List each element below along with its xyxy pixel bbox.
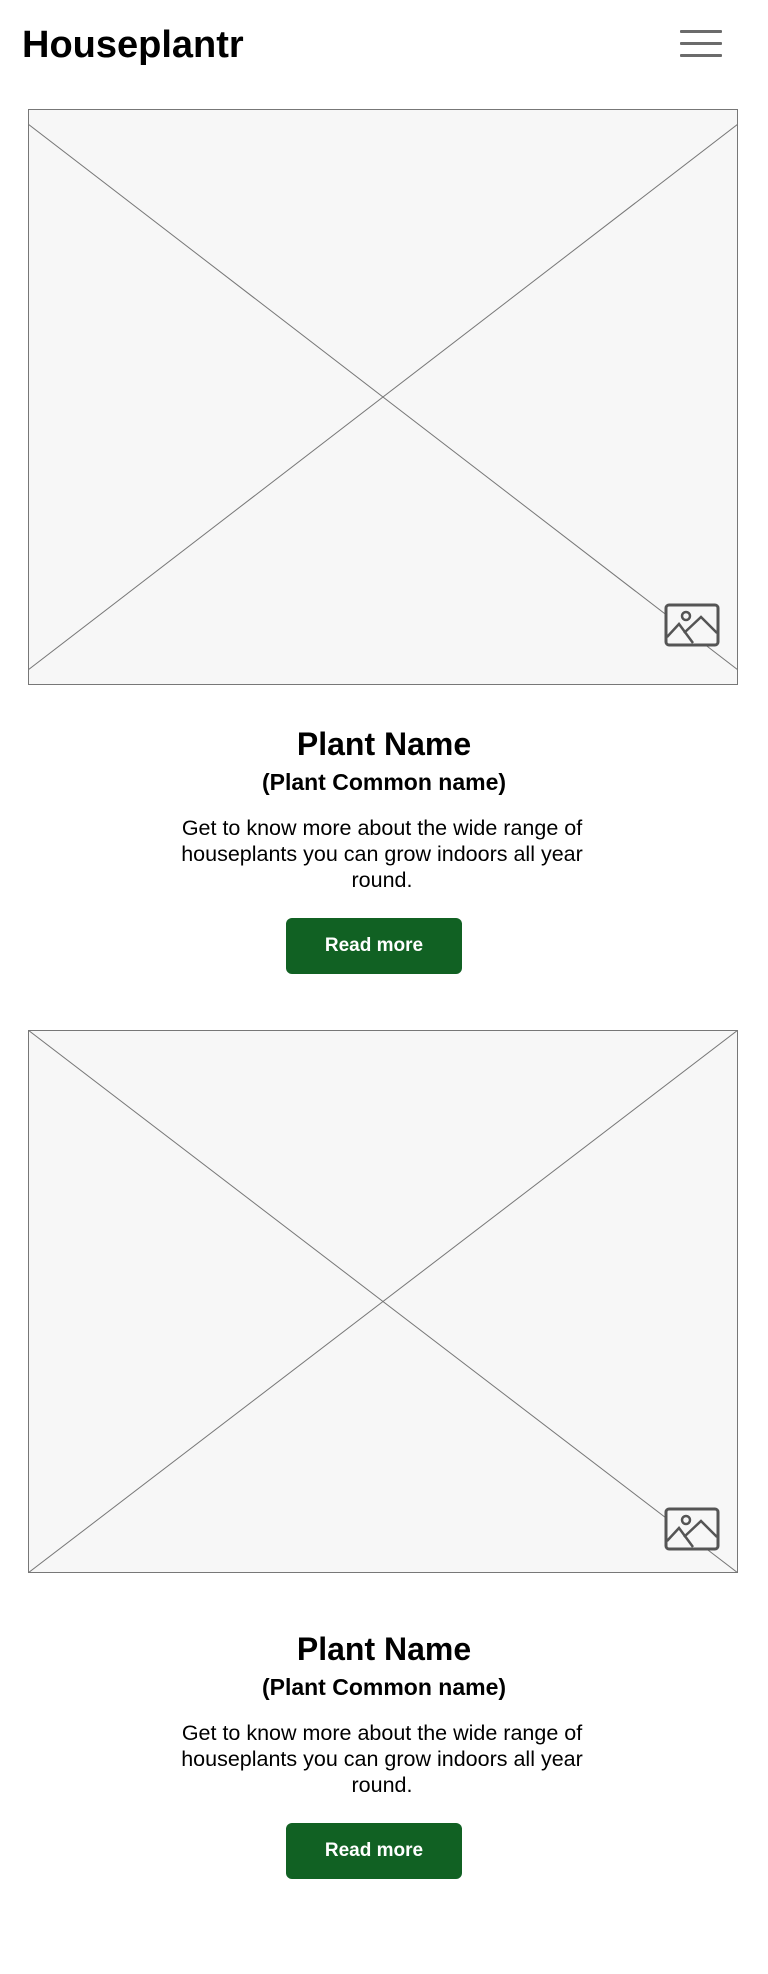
menu-line [680,30,722,33]
site-title[interactable]: Houseplantr [22,20,244,70]
image-placeholder-cross [28,1030,738,1573]
plant-common-name: (Plant Common name) [261,1674,507,1700]
plant-image-placeholder [28,109,738,685]
read-more-button[interactable]: Read more [286,918,462,974]
plant-name: Plant Name [296,1631,472,1667]
plant-name: Plant Name [296,726,472,762]
plant-description: Get to know more about the wide range of… [181,816,583,892]
plant-image-placeholder [28,1030,738,1573]
plant-description: Get to know more about the wide range of… [181,1721,583,1797]
hamburger-menu-icon[interactable] [680,28,722,60]
site-header: Houseplantr [0,0,768,90]
image-placeholder-icon [664,603,720,647]
image-placeholder-cross [28,109,738,685]
menu-line [680,54,722,57]
menu-line [680,42,722,45]
image-placeholder-icon [664,1507,720,1551]
read-more-button[interactable]: Read more [286,1823,462,1879]
plant-common-name: (Plant Common name) [261,769,507,795]
